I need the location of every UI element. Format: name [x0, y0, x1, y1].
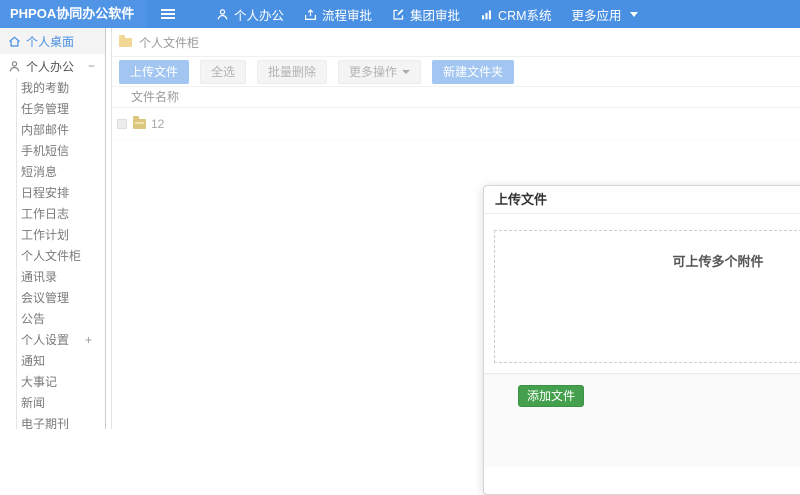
sidebar-item-schedule[interactable]: 日程安排: [17, 183, 105, 204]
approval-icon: [305, 8, 316, 20]
sidebar-item-meetings[interactable]: 会议管理: [17, 288, 105, 309]
select-all-button[interactable]: 全选: [200, 59, 247, 84]
hamburger-icon: [161, 9, 175, 19]
nav-item-label: 个人办公: [234, 8, 285, 23]
sidebar-item-file-cabinet[interactable]: 个人文件柜: [17, 246, 105, 267]
sidebar-item-label: 任务管理: [21, 102, 70, 116]
sidebar-item-milestones[interactable]: 大事记: [17, 372, 105, 393]
batch-delete-button[interactable]: 批量删除: [257, 59, 328, 84]
sidebar-item-sms[interactable]: 手机短信: [17, 141, 105, 162]
sidebar-item-label: 公告: [21, 312, 46, 326]
sidebar-item-label: 日程安排: [21, 186, 70, 200]
edit-icon: [393, 8, 404, 20]
sidebar-toggle-button[interactable]: [146, 0, 190, 28]
modal-footer: 添加文件: [484, 373, 800, 467]
nav-item-label: CRM系统: [498, 8, 552, 23]
sidebar-item-label: 电子期刊: [21, 417, 70, 429]
sidebar-item-work-plan[interactable]: 工作计划: [17, 225, 105, 246]
sidebar-item-label: 我的考勤: [21, 81, 70, 95]
caret-down-icon: [629, 11, 638, 17]
nav-item-process-approval[interactable]: 流程审批: [294, 0, 382, 28]
sidebar-item-internal-mail[interactable]: 内部邮件: [17, 120, 105, 141]
toolbar: 上传文件 全选 批量删除 更多操作 新建文件夹: [112, 57, 800, 86]
upload-file-button[interactable]: 上传文件: [119, 59, 190, 84]
sidebar-group-personal-office[interactable]: 个人办公 −: [0, 54, 105, 78]
sidebar: 个人桌面 个人办公 − 我的考勤 任务管理 内部邮件 手机短信 短消息 日程安排…: [0, 28, 106, 429]
sidebar-item-work-log[interactable]: 工作日志: [17, 204, 105, 225]
app-brand[interactable]: PHPOA协同办公软件: [0, 0, 146, 28]
modal-body: 可上传多个附件: [484, 214, 800, 373]
table-row[interactable]: 12: [112, 108, 800, 140]
breadcrumb-label: 个人文件柜: [139, 35, 200, 50]
sidebar-item-label: 工作日志: [21, 207, 70, 221]
sidebar-item-desktop[interactable]: 个人桌面: [0, 28, 105, 54]
user-icon: [9, 60, 20, 72]
more-actions-dropdown[interactable]: 更多操作: [338, 59, 422, 84]
sidebar-item-label: 个人设置: [21, 333, 70, 347]
sidebar-item-label: 手机短信: [21, 144, 70, 158]
breadcrumb: 个人文件柜: [112, 28, 800, 57]
row-checkbox[interactable]: [117, 118, 127, 129]
expand-icon[interactable]: +: [85, 330, 92, 351]
folder-icon: [133, 115, 146, 129]
sidebar-item-personal-settings[interactable]: 个人设置 +: [17, 330, 105, 351]
add-file-button[interactable]: 添加文件: [518, 385, 585, 407]
sidebar-item-label: 通讯录: [21, 270, 58, 284]
top-navbar: PHPOA协同办公软件 个人办公 流程审批 集团审批 CRM系统 更多应用: [0, 0, 800, 28]
more-actions-label: 更多操作: [349, 65, 398, 79]
file-name[interactable]: 12: [151, 117, 164, 131]
caret-down-icon: [402, 69, 411, 74]
nav-item-label: 更多应用: [571, 8, 622, 23]
sidebar-item-attendance[interactable]: 我的考勤: [17, 78, 105, 99]
upload-dropzone[interactable]: 可上传多个附件: [494, 230, 800, 363]
user-icon: [217, 8, 228, 20]
sidebar-item-label: 新闻: [21, 396, 46, 410]
navbar-menu: 个人办公 流程审批 集团审批 CRM系统 更多应用: [206, 0, 648, 28]
bar-chart-icon: [482, 9, 492, 19]
sidebar-item-label: 个人文件柜: [21, 249, 82, 263]
sidebar-item-label: 大事记: [21, 375, 58, 389]
file-table: 文件名称 12: [112, 86, 800, 140]
modal-title: 上传文件: [484, 186, 800, 214]
sidebar-submenu: 我的考勤 任务管理 内部邮件 手机短信 短消息 日程安排 工作日志 工作计划 个…: [16, 78, 105, 429]
sidebar-item-label: 会议管理: [21, 291, 70, 305]
sidebar-item-contacts[interactable]: 通讯录: [17, 267, 105, 288]
upload-file-modal: 上传文件 可上传多个附件 添加文件: [483, 185, 800, 495]
sidebar-group-label: 个人办公: [26, 59, 75, 74]
nav-item-group-approval[interactable]: 集团审批: [382, 0, 470, 28]
folder-icon: [119, 34, 132, 47]
sidebar-item-e-journal[interactable]: 电子期刊: [17, 414, 105, 429]
sidebar-item-label: 短消息: [21, 165, 58, 179]
nav-item-crm[interactable]: CRM系统: [470, 0, 561, 28]
sidebar-item-label: 工作计划: [21, 228, 70, 242]
nav-item-more-apps[interactable]: 更多应用: [562, 0, 648, 28]
sidebar-item-label: 个人桌面: [26, 34, 75, 49]
sidebar-item-announcements[interactable]: 公告: [17, 309, 105, 330]
nav-item-personal-office[interactable]: 个人办公: [206, 0, 294, 28]
sidebar-item-label: 通知: [21, 354, 46, 368]
new-folder-button[interactable]: 新建文件夹: [432, 59, 515, 84]
table-header-filename: 文件名称: [112, 87, 800, 108]
sidebar-item-news[interactable]: 新闻: [17, 393, 105, 414]
home-icon: [9, 35, 20, 47]
sidebar-item-short-message[interactable]: 短消息: [17, 162, 105, 183]
nav-item-label: 流程审批: [322, 8, 373, 23]
nav-item-label: 集团审批: [410, 8, 461, 23]
sidebar-item-tasks[interactable]: 任务管理: [17, 99, 105, 120]
collapse-icon[interactable]: −: [88, 59, 95, 73]
sidebar-item-label: 内部邮件: [21, 123, 70, 137]
sidebar-item-notifications[interactable]: 通知: [17, 351, 105, 372]
